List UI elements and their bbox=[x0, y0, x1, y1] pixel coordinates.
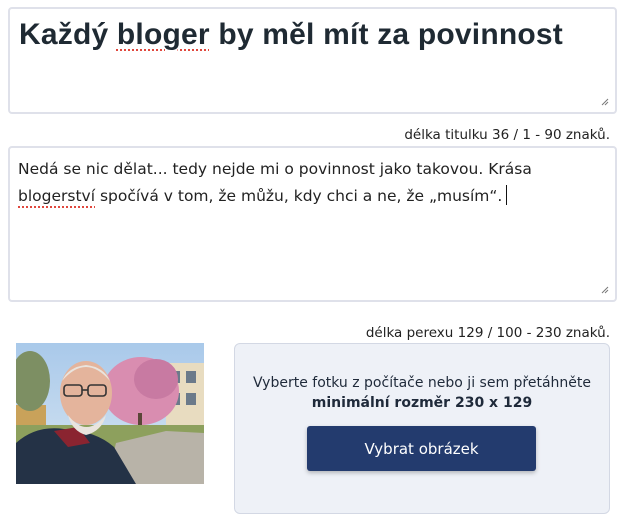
image-dropzone[interactable]: Vyberte fotku z počítače nebo ji sem pře… bbox=[234, 343, 610, 514]
title-text: Každý bloger by měl mít za povinnost bbox=[19, 18, 563, 51]
misspelled-word: blogerství bbox=[18, 187, 96, 205]
perex-text: Nedá se nic dělat... tedy nejde mi o pov… bbox=[18, 160, 532, 205]
perex-textarea[interactable]: Nedá se nic dělat... tedy nejde mi o pov… bbox=[8, 146, 617, 302]
title-textarea[interactable]: Každý bloger by měl mít za povinnost bbox=[8, 7, 617, 114]
resize-handle-icon[interactable] bbox=[601, 286, 609, 294]
minimum-size-text: minimální rozměr 230 x 129 bbox=[311, 395, 533, 411]
misspelled-word: bloger bbox=[116, 18, 210, 51]
upload-hint-text: Vyberte fotku z počítače nebo ji sem pře… bbox=[252, 375, 592, 391]
resize-handle-icon[interactable] bbox=[601, 98, 609, 106]
perex-length-counter: délka perexu 129 / 100 - 230 znaků. bbox=[365, 325, 610, 341]
text-caret bbox=[506, 185, 508, 205]
article-photo-thumbnail bbox=[16, 343, 204, 484]
select-image-button[interactable]: Vybrat obrázek bbox=[307, 426, 536, 471]
title-length-counter: délka titulku 36 / 1 - 90 znaků. bbox=[404, 127, 610, 143]
